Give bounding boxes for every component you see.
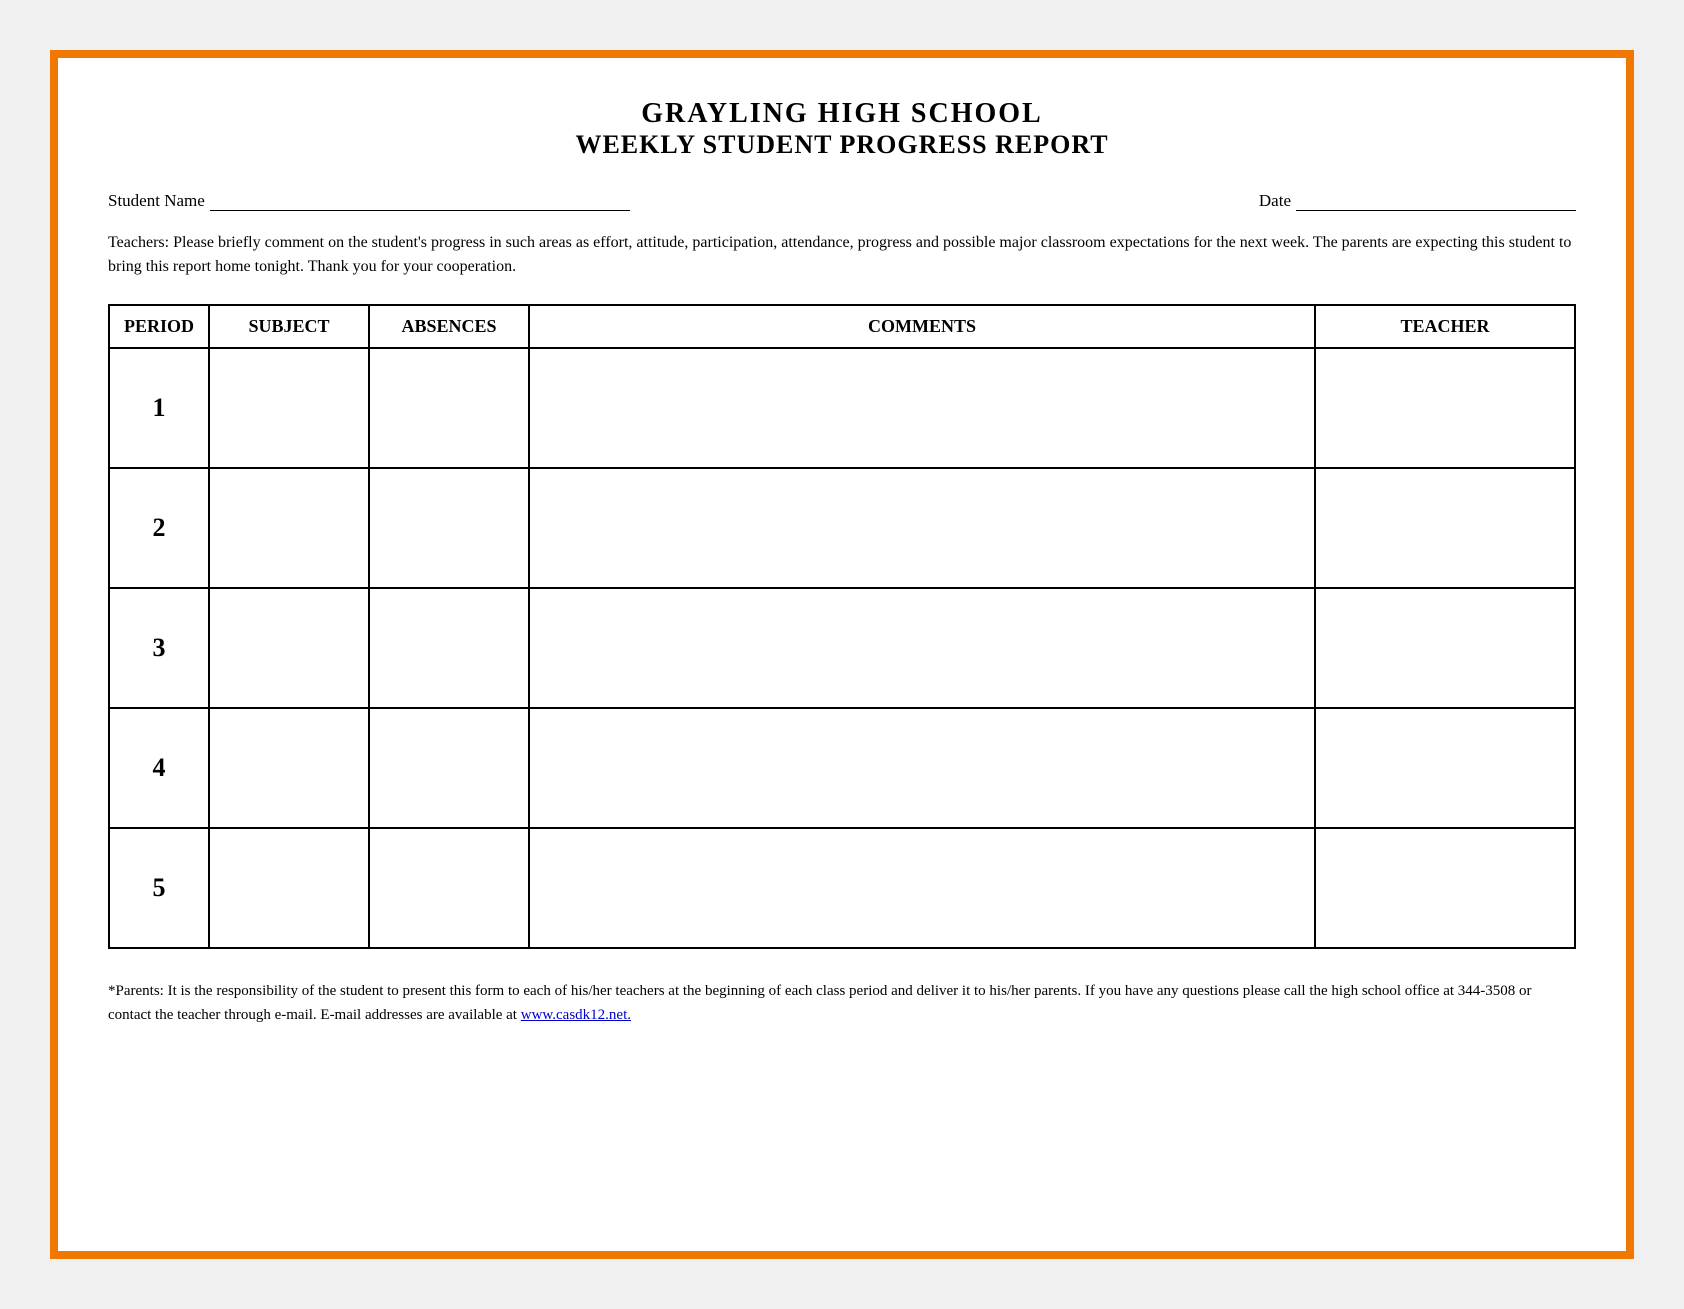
table-header-row: PERIOD SUBJECT ABSENCES COMMENTS TEACHER [109, 305, 1575, 348]
cell-comments[interactable] [529, 468, 1315, 588]
student-name-line[interactable] [210, 190, 630, 211]
cell-absences[interactable] [369, 468, 529, 588]
title-line1: GRAYLING HIGH SCHOOL [108, 98, 1576, 130]
header-teacher: TEACHER [1315, 305, 1575, 348]
cell-subject[interactable] [209, 708, 369, 828]
footer-link[interactable]: www.casdk12.net. [521, 1007, 631, 1023]
cell-comments[interactable] [529, 348, 1315, 468]
cell-subject[interactable] [209, 348, 369, 468]
table-row: 1 [109, 348, 1575, 468]
student-info-row: Student Name Date [108, 190, 1576, 211]
cell-comments[interactable] [529, 588, 1315, 708]
header-period: PERIOD [109, 305, 209, 348]
footer-text: *Parents: It is the responsibility of th… [108, 983, 1532, 1023]
cell-period: 4 [109, 708, 209, 828]
date-line[interactable] [1296, 190, 1576, 211]
cell-teacher[interactable] [1315, 468, 1575, 588]
student-name-label: Student Name [108, 191, 205, 211]
cell-teacher[interactable] [1315, 708, 1575, 828]
cell-period: 5 [109, 828, 209, 948]
header-comments: COMMENTS [529, 305, 1315, 348]
title-line2: WEEKLY STUDENT PROGRESS REPORT [108, 130, 1576, 160]
cell-absences[interactable] [369, 828, 529, 948]
cell-absences[interactable] [369, 708, 529, 828]
cell-teacher[interactable] [1315, 828, 1575, 948]
date-label: Date [1259, 191, 1291, 211]
table-row: 4 [109, 708, 1575, 828]
cell-absences[interactable] [369, 588, 529, 708]
instructions-text: Teachers: Please briefly comment on the … [108, 231, 1576, 279]
cell-subject[interactable] [209, 828, 369, 948]
report-table: PERIOD SUBJECT ABSENCES COMMENTS TEACHER… [108, 304, 1576, 949]
cell-absences[interactable] [369, 348, 529, 468]
table-row: 3 [109, 588, 1575, 708]
cell-period: 3 [109, 588, 209, 708]
cell-period: 2 [109, 468, 209, 588]
table-row: 2 [109, 468, 1575, 588]
header-absences: ABSENCES [369, 305, 529, 348]
cell-teacher[interactable] [1315, 588, 1575, 708]
cell-period: 1 [109, 348, 209, 468]
student-name-field: Student Name [108, 190, 630, 211]
cell-subject[interactable] [209, 468, 369, 588]
footer-note: *Parents: It is the responsibility of th… [108, 979, 1576, 1027]
title-section: GRAYLING HIGH SCHOOL WEEKLY STUDENT PROG… [108, 98, 1576, 160]
cell-comments[interactable] [529, 708, 1315, 828]
page-container: GRAYLING HIGH SCHOOL WEEKLY STUDENT PROG… [50, 50, 1634, 1259]
date-field: Date [1259, 190, 1576, 211]
table-row: 5 [109, 828, 1575, 948]
cell-teacher[interactable] [1315, 348, 1575, 468]
cell-comments[interactable] [529, 828, 1315, 948]
header-subject: SUBJECT [209, 305, 369, 348]
cell-subject[interactable] [209, 588, 369, 708]
